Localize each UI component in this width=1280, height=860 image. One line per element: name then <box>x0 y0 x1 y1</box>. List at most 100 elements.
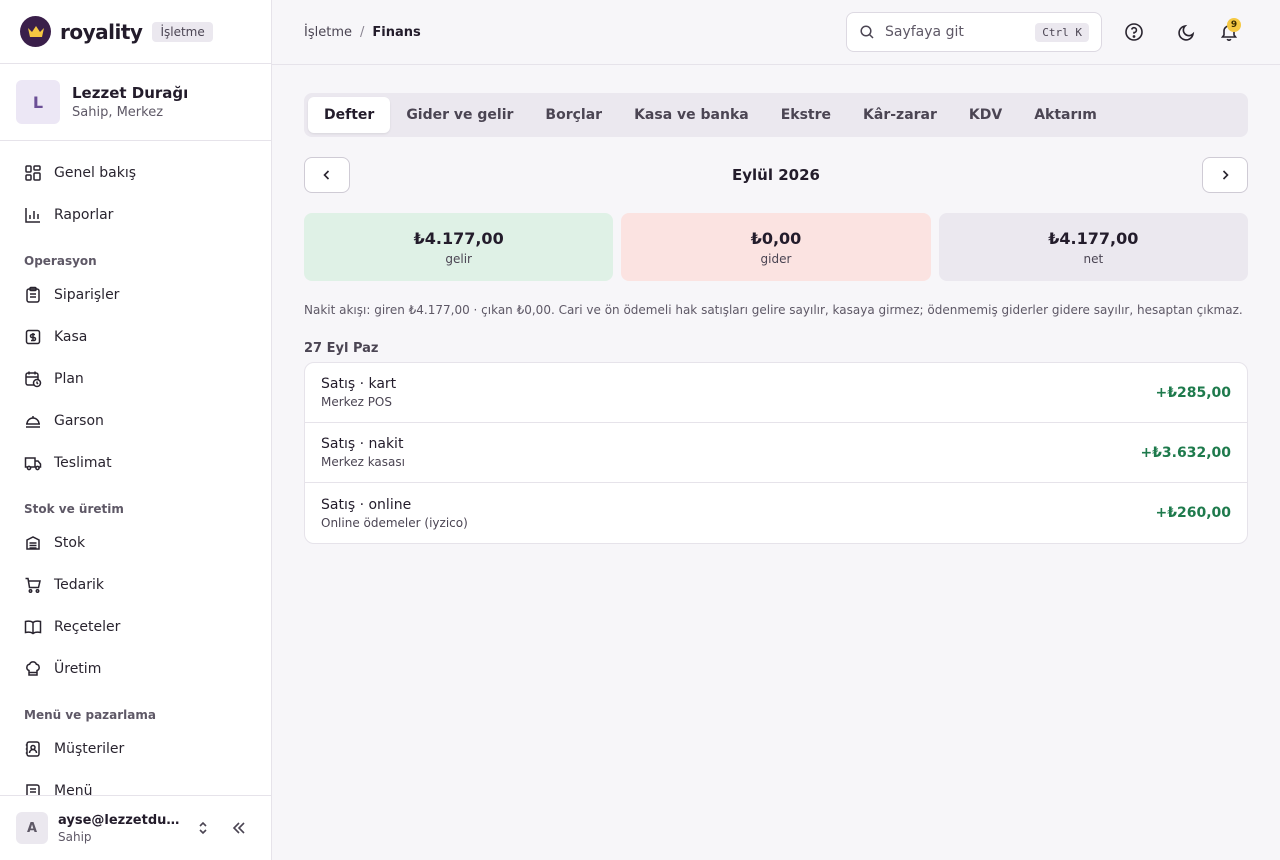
sidebar-item-label: Garson <box>54 413 104 429</box>
org-switcher[interactable]: L Lezzet Durağı Sahip, Merkez <box>0 64 271 141</box>
sidebar-item-siparisler[interactable]: Siparişler <box>0 274 271 316</box>
sidebar-item-kasa[interactable]: Kasa <box>0 316 271 358</box>
sidebar-item-label: Müşteriler <box>54 741 125 757</box>
sidebar-item-label: Kasa <box>54 329 88 345</box>
chevron-left-icon <box>323 170 330 180</box>
chevrons-up-down-icon[interactable] <box>194 819 212 837</box>
sidebar-item-genel-bakis[interactable]: Genel bakış <box>0 152 271 194</box>
breadcrumb-parent[interactable]: İşletme <box>304 25 352 40</box>
sidebar-item-label: Teslimat <box>54 455 112 471</box>
breadcrumb-current: Finans <box>372 24 421 40</box>
sidebar-item-garson[interactable]: Garson <box>0 400 271 442</box>
search-placeholder: Sayfaya git <box>885 24 964 40</box>
tab-kasa-ve-banka[interactable]: Kasa ve banka <box>618 97 765 133</box>
sidebar-item-label: Üretim <box>54 661 102 677</box>
sidebar-item-label: Siparişler <box>54 287 120 303</box>
entry-account: Online ödemeler (iyzico) <box>321 515 468 530</box>
sidebar-item-musteriler[interactable]: Müşteriler <box>0 728 271 770</box>
sidebar-item-label: Tedarik <box>54 577 105 593</box>
search-icon <box>860 25 874 39</box>
bar-chart-icon <box>25 208 40 223</box>
tab-kar-zarar[interactable]: Kâr-zarar <box>847 97 953 133</box>
org-avatar: L <box>16 80 60 124</box>
income-value: ₺4.177,00 <box>413 228 504 248</box>
sidebar-item-label: Genel bakış <box>54 165 137 181</box>
menu-book-icon <box>26 784 40 795</box>
tab-borclar[interactable]: Borçlar <box>529 97 618 133</box>
search-input[interactable]: Sayfaya git Ctrl K <box>846 12 1102 52</box>
entry-amount: +₺285,00 <box>1155 384 1232 401</box>
brand-badge: İşletme <box>152 21 213 42</box>
sidebar-item-menu[interactable]: Menü <box>0 770 271 795</box>
net-value: ₺4.177,00 <box>1048 228 1139 248</box>
sidebar-item-label: Raporlar <box>54 207 114 223</box>
next-month-button[interactable] <box>1202 157 1248 193</box>
tab-aktarim[interactable]: Aktarım <box>1018 97 1113 133</box>
sidebar-item-raporlar[interactable]: Raporlar <box>0 194 271 236</box>
ledger-list: Satış · kart Merkez POS +₺285,00 Satış ·… <box>304 362 1248 544</box>
sidebar-item-plan[interactable]: Plan <box>0 358 271 400</box>
cash-register-icon <box>25 329 41 345</box>
truck-icon <box>24 457 42 471</box>
grid-icon <box>25 165 41 181</box>
tab-ekstre[interactable]: Ekstre <box>765 97 847 133</box>
finance-tabs: Defter Gider ve gelir Borçlar Kasa ve ba… <box>304 93 1248 137</box>
entry-account: Merkez POS <box>321 395 392 409</box>
cash-flow-note: Nakit akışı: giren ₺4.177,00 · çıkan ₺0,… <box>304 303 1243 317</box>
org-subtitle: Sahip, Merkez <box>72 105 164 120</box>
expense-card: ₺0,00 gider <box>621 213 931 281</box>
user-role: Sahip <box>58 829 92 844</box>
tab-defter[interactable]: Defter <box>308 97 391 133</box>
chevron-right-icon <box>1222 170 1229 180</box>
net-card: ₺4.177,00 net <box>938 213 1248 281</box>
entry-account: Merkez kasası <box>321 455 405 469</box>
entry-title: Satış · nakit <box>321 436 404 452</box>
tab-kdv[interactable]: KDV <box>953 97 1018 133</box>
list-item[interactable]: Satış · kart Merkez POS +₺285,00 <box>305 363 1247 423</box>
help-icon[interactable] <box>1124 22 1144 42</box>
stack-icon <box>26 536 40 550</box>
user-menu[interactable]: A ayse@lezzetdurağı.com Sahip <box>0 795 271 860</box>
clipboard-icon <box>26 286 40 303</box>
contact-icon <box>25 741 40 757</box>
list-item[interactable]: Satış · nakit Merkez kasası +₺3.632,00 <box>305 423 1247 483</box>
nav-section-title: Menü ve pazarlama <box>24 708 156 722</box>
ledger-date-heading: 27 Eyl Paz <box>304 341 379 356</box>
user-email: ayse@lezzetdurağı.com <box>58 812 184 828</box>
entry-title: Satış · kart <box>321 376 397 392</box>
top-header: İşletme / Finans Sayfaya git Ctrl K 9 <box>272 0 1280 65</box>
expense-label: gider <box>760 251 792 266</box>
sidebar-item-label: Menü <box>54 783 93 795</box>
sidebar-item-label: Reçeteler <box>54 619 121 635</box>
crown-logo-icon[interactable] <box>20 16 51 47</box>
cart-icon <box>25 577 41 593</box>
previous-month-button[interactable] <box>304 157 350 193</box>
brand-bar: royality İşletme <box>0 0 271 64</box>
entry-amount: +₺260,00 <box>1155 505 1232 521</box>
nav-section-title: Operasyon <box>24 254 97 268</box>
period-label: Eylül 2026 <box>732 166 820 184</box>
tab-gider-ve-gelir[interactable]: Gider ve gelir <box>390 97 529 133</box>
breadcrumb-separator: / <box>359 24 365 40</box>
entry-title: Satış · online <box>321 496 412 513</box>
expense-value: ₺0,00 <box>750 228 802 248</box>
sidebar: royality İşletme L Lezzet Durağı Sahip, … <box>0 0 272 860</box>
moon-icon[interactable] <box>1177 22 1197 42</box>
sidebar-item-label: Plan <box>54 371 84 387</box>
search-shortcut: Ctrl K <box>1035 22 1089 42</box>
sidebar-item-receteler[interactable]: Reçeteler <box>0 606 271 648</box>
net-label: net <box>1083 251 1104 266</box>
list-item[interactable]: Satış · online Online ödemeler (iyzico) … <box>305 483 1247 543</box>
calendar-clock-icon <box>25 371 42 388</box>
collapse-sidebar-icon[interactable] <box>230 819 248 837</box>
sidebar-item-uretim[interactable]: Üretim <box>0 648 271 690</box>
main-content: Defter Gider ve gelir Borçlar Kasa ve ba… <box>304 93 1248 544</box>
sidebar-item-teslimat[interactable]: Teslimat <box>0 442 271 484</box>
sidebar-item-tedarik[interactable]: Tedarik <box>0 564 271 606</box>
sidebar-item-stok[interactable]: Stok <box>0 522 271 564</box>
chef-hat-icon <box>26 661 40 676</box>
sidebar-nav: Genel bakış Raporlar Operasyon Siparişle… <box>0 152 271 795</box>
entry-amount: +₺3.632,00 <box>1140 444 1231 461</box>
waiter-icon <box>26 416 40 428</box>
nav-section-title: Stok ve üretim <box>24 502 124 516</box>
